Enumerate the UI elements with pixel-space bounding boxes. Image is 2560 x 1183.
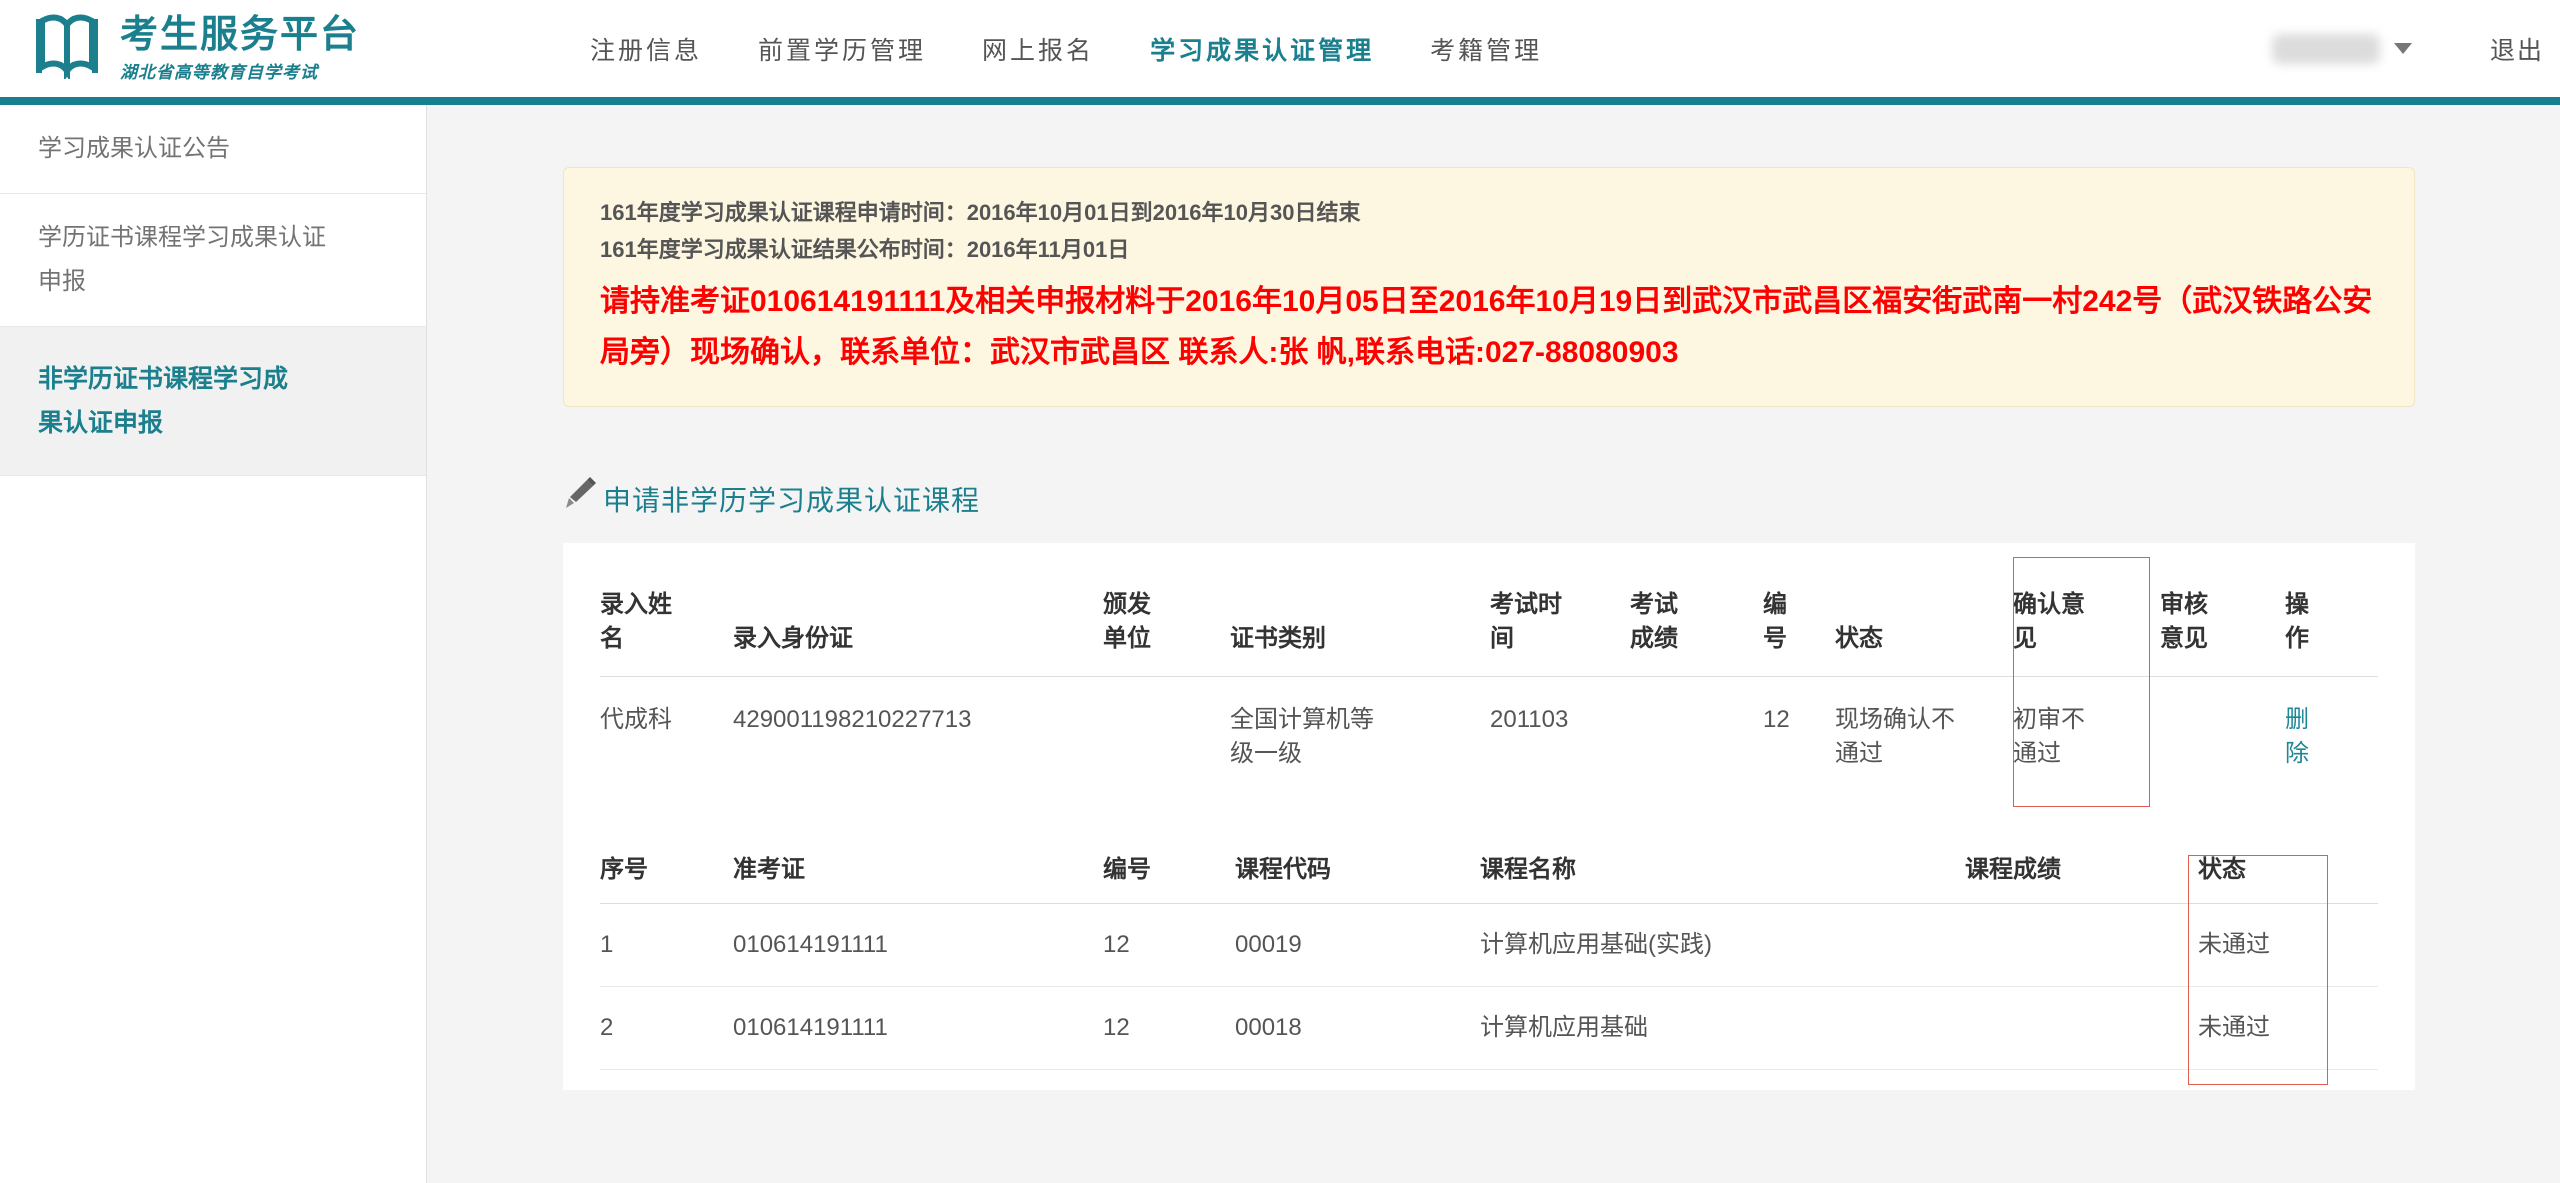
header-user-area: 退出	[2272, 31, 2544, 67]
section-title: 申请非学历学习成果认证课程	[603, 479, 980, 519]
header-divider	[0, 97, 2560, 105]
cell-course-number: 12	[1103, 904, 1235, 987]
col-seq: 序号	[600, 841, 733, 904]
cell-review-opinion	[2160, 677, 2285, 802]
cell-cert-type: 全国计算机等 级一级	[1230, 677, 1490, 802]
course-row: 1 010614191111 12 00019 计算机应用基础(实践) 未通过	[600, 904, 2378, 987]
col-course-score: 课程成绩	[1965, 841, 2198, 904]
col-cert-type: 证书类别	[1230, 563, 1490, 677]
top-nav: 注册信息 前置学历管理 网上报名 学习成果认证管理 考籍管理	[590, 31, 1542, 67]
sidebar-item-diploma-course-apply[interactable]: 学历证书课程学习成果认证 申报	[0, 194, 426, 327]
col-issuing-unit: 颁发 单位	[1103, 563, 1230, 677]
cell-confirm-opinion: 初审不 通过	[2013, 677, 2160, 802]
cell-course-status: 未通过	[2198, 904, 2378, 987]
cell-seq: 2	[600, 987, 733, 1070]
pencil-icon	[563, 477, 597, 516]
col-review-opinion: 审核 意见	[2160, 563, 2285, 677]
sidebar: 学习成果认证公告 学历证书课程学习成果认证 申报 非学历证书课程学习成 果认证申…	[0, 105, 427, 1183]
course-row: 2 010614191111 12 00018 计算机应用基础 未通过	[600, 987, 2378, 1070]
col-course-name: 课程名称	[1480, 841, 1965, 904]
application-card: 录入姓 名 录入身份证 颁发 单位 证书类别 考试时 间 考试 成绩 编 号 状…	[563, 543, 2415, 1090]
cell-entered-name: 代成科	[600, 677, 733, 802]
cell-issuing-unit	[1103, 677, 1230, 802]
col-entered-id: 录入身份证	[733, 563, 1103, 677]
logout-button[interactable]: 退出	[2490, 31, 2544, 67]
cell-entered-id: 429001198210227713	[733, 677, 1103, 802]
brand-subtitle: 湖北省高等教育自学考试	[120, 58, 360, 83]
cell-number: 12	[1763, 677, 1835, 802]
col-exam-time: 考试时 间	[1490, 563, 1630, 677]
chevron-down-icon[interactable]	[2394, 43, 2412, 54]
col-status: 状态	[1835, 563, 2013, 677]
book-icon	[28, 13, 106, 84]
cell-seq: 1	[600, 904, 733, 987]
username-redacted[interactable]	[2272, 34, 2380, 64]
notice-publish-time: 161年度学习成果认证结果公布时间：2016年11月01日	[600, 231, 2378, 268]
cell-course-status: 未通过	[2198, 987, 2378, 1070]
col-course-status: 状态	[2198, 841, 2378, 904]
notice-alert-text: 请持准考证010614191111及相关申报材料于2016年10月05日至201…	[600, 276, 2378, 378]
brand-logo[interactable]: 考生服务平台 湖北省高等教育自学考试	[28, 13, 360, 84]
nav-item-learning-cert-mgmt[interactable]: 学习成果认证管理	[1150, 31, 1374, 67]
cell-course-score	[1965, 987, 2198, 1070]
sidebar-item-non-diploma-course-apply[interactable]: 非学历证书课程学习成 果认证申报	[0, 327, 426, 476]
col-number: 编 号	[1763, 563, 1835, 677]
col-action: 操 作	[2285, 563, 2378, 677]
cell-ticket: 010614191111	[733, 987, 1103, 1070]
col-course-code: 课程代码	[1235, 841, 1480, 904]
nav-item-online-signup[interactable]: 网上报名	[982, 31, 1094, 67]
cell-status: 现场确认不 通过	[1835, 677, 2013, 802]
cell-course-name: 计算机应用基础	[1480, 987, 1965, 1070]
cell-course-name: 计算机应用基础(实践)	[1480, 904, 1965, 987]
content-area: 161年度学习成果认证课程申请时间：2016年10月01日到2016年10月30…	[427, 105, 2560, 1183]
sidebar-item-cert-announcement[interactable]: 学习成果认证公告	[0, 105, 426, 194]
notice-apply-time: 161年度学习成果认证课程申请时间：2016年10月01日到2016年10月30…	[600, 194, 2378, 231]
cell-ticket: 010614191111	[733, 904, 1103, 987]
nav-item-prior-education[interactable]: 前置学历管理	[758, 31, 926, 67]
col-exam-score: 考试 成绩	[1630, 563, 1763, 677]
col-entered-name: 录入姓 名	[600, 563, 733, 677]
nav-item-register-info[interactable]: 注册信息	[590, 31, 702, 67]
col-ticket: 准考证	[733, 841, 1103, 904]
cell-course-code: 00019	[1235, 904, 1480, 987]
cell-course-number: 12	[1103, 987, 1235, 1070]
col-course-number: 编号	[1103, 841, 1235, 904]
course-table: 序号 准考证 编号 课程代码 课程名称 课程成绩 状态 1 0106141911…	[600, 841, 2378, 1070]
col-confirm-opinion: 确认意 见	[2013, 563, 2160, 677]
certificate-table-header-row: 录入姓 名 录入身份证 颁发 单位 证书类别 考试时 间 考试 成绩 编 号 状…	[600, 563, 2378, 677]
cell-exam-time: 201103	[1490, 677, 1630, 802]
delete-link[interactable]: 删 除	[2285, 677, 2378, 802]
cell-course-code: 00018	[1235, 987, 1480, 1070]
cell-course-score	[1965, 904, 2198, 987]
nav-item-exam-record-mgmt[interactable]: 考籍管理	[1430, 31, 1542, 67]
course-table-header-row: 序号 准考证 编号 课程代码 课程名称 课程成绩 状态	[600, 841, 2378, 904]
brand-title: 考生服务平台	[120, 15, 360, 55]
app-header: 考生服务平台 湖北省高等教育自学考试 注册信息 前置学历管理 网上报名 学习成果…	[0, 0, 2560, 97]
section-header: 申请非学历学习成果认证课程	[563, 479, 2560, 519]
certificate-table: 录入姓 名 录入身份证 颁发 单位 证书类别 考试时 间 考试 成绩 编 号 状…	[600, 563, 2378, 801]
cell-exam-score	[1630, 677, 1763, 802]
notice-box: 161年度学习成果认证课程申请时间：2016年10月01日到2016年10月30…	[563, 167, 2415, 407]
certificate-row: 代成科 429001198210227713 全国计算机等 级一级 201103…	[600, 677, 2378, 802]
